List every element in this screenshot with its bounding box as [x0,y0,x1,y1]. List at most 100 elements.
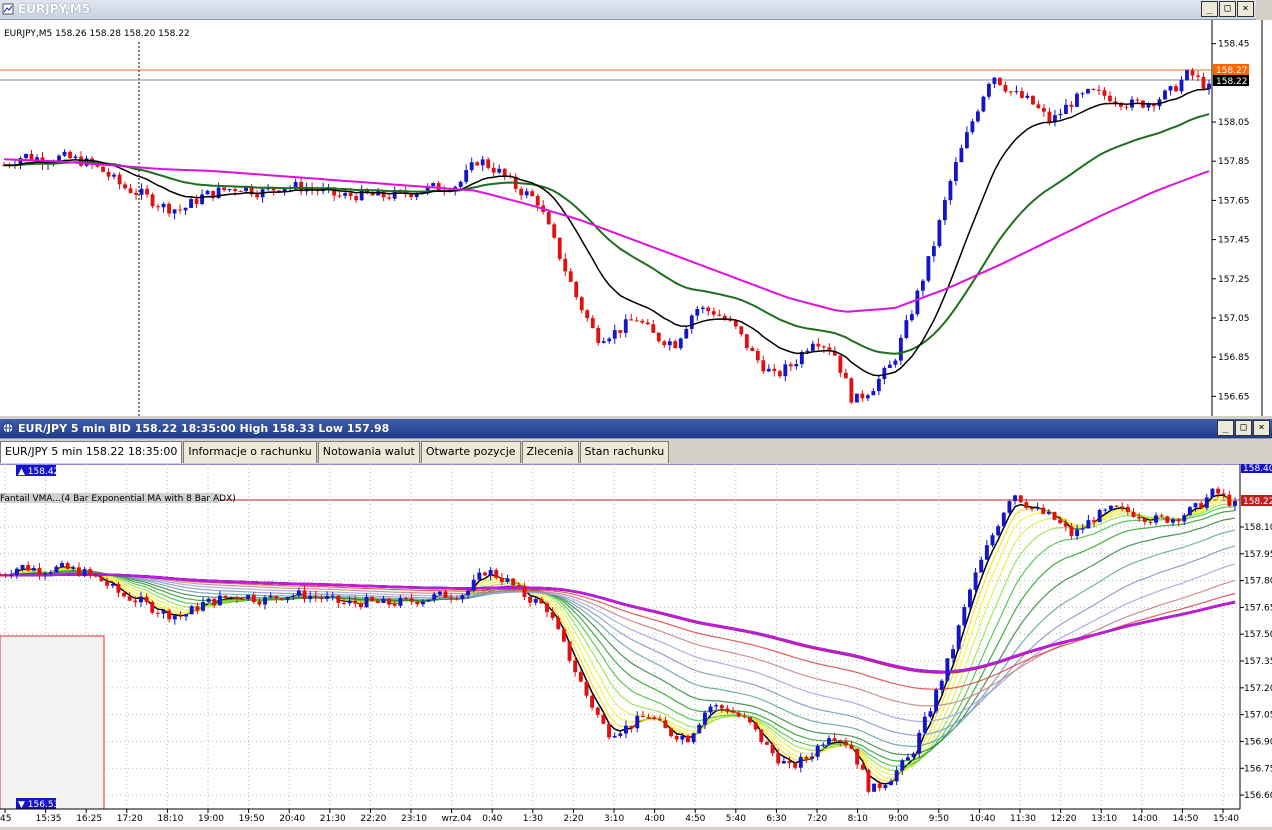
fantail-chart-canvas[interactable]: Fantail VMA...(4 Bar Exponential MA with… [0,462,1272,827]
candle-body [145,188,149,195]
candle-body-2 [353,600,358,604]
candle-body [469,162,474,171]
price-chart[interactable]: EURJPY,M5 158.26 158.28 158.20 158.22 15… [0,20,1272,416]
fantail-chart[interactable]: Fantail VMA...(4 Bar Exponential MA with… [0,462,1272,827]
candle-body-2 [1165,516,1170,523]
candle-body-2 [872,783,877,792]
tab-bar: EUR/JPY 5 min 158.22 18:35:00 Informacje … [0,441,671,463]
candle-body-2 [669,728,674,737]
candle-body-2 [364,596,369,608]
candle-body-2 [522,585,527,597]
candle-body-2 [420,601,425,605]
candle-body [1097,89,1101,91]
candle-body [530,191,535,197]
x-tick-label: 17:20 [117,814,143,824]
price-chart-canvas[interactable]: EURJPY,M5 158.26 158.28 158.20 158.22 15… [0,20,1272,416]
candle-body [156,206,160,208]
candle-body-2 [105,581,110,586]
candle-body-2 [1086,520,1091,529]
candle-body-2 [325,596,330,599]
candle-body [1190,70,1195,76]
candle-body [1025,95,1030,98]
candle-body-2 [404,598,408,600]
candle-body-2 [184,614,189,617]
tab-4[interactable]: Zlecenia [521,441,579,463]
restore-button-2[interactable]: □ [1235,420,1252,436]
candle-body [1124,106,1129,108]
candle-body [458,181,463,187]
candle-body-2 [607,723,612,738]
candle-body-2 [601,714,606,724]
tab-1[interactable]: Informacje o rachunku [183,441,317,463]
candle-body-2 [770,744,775,754]
close-button-2[interactable]: × [1253,420,1270,436]
candle-body [293,181,298,188]
candle-body-2 [905,757,910,761]
candle-body-2 [1182,515,1187,522]
candle-body-2 [189,606,194,615]
close-button[interactable]: × [1237,1,1254,17]
fantail-window-title: EUR/JPY 5 min BID 158.22 18:35:00 High 1… [18,422,390,435]
candle-body-2 [1137,516,1142,519]
candle-body-2 [635,715,640,729]
candle-body-2 [556,617,561,630]
candle-body [1185,70,1189,80]
candle-body-2 [54,566,59,573]
x-tick-label: 18:10 [157,814,183,824]
candle-body [563,258,568,272]
candle-body-2 [477,572,482,580]
candle-body [194,199,199,204]
candle-body-2 [584,681,589,696]
tab-0[interactable]: EUR/JPY 5 min 158.22 18:35:00 [0,441,183,463]
candle-body-2 [578,672,583,682]
candle-body [816,343,821,347]
candle-body [200,194,204,204]
candle-body-2 [99,576,104,582]
candle-body [794,364,799,367]
selection-box [0,635,105,810]
minimize-button-2[interactable]: _ [1217,420,1234,436]
candle-body [73,156,78,159]
y-tick-label-2: 157.80 [1244,577,1272,587]
candle-body [1102,90,1107,96]
candle-body-2 [1041,507,1046,514]
candle-body-2 [702,712,707,725]
candle-body-2 [82,569,87,576]
candle-body [915,290,920,315]
minimize-button[interactable]: _ [1201,1,1218,17]
restore-button[interactable]: □ [1219,1,1236,17]
candle-body-2 [71,567,76,569]
tab-5[interactable]: Stan rachunku [579,441,670,463]
candle-body [898,337,903,361]
y-tick-label-2: 157.95 [1244,550,1272,560]
candle-body-2 [962,607,967,626]
candle-body [1108,95,1112,102]
candle-body-2 [449,597,454,599]
candle-body-2 [1199,503,1204,508]
chart-window-title: EURJPY,M5 [18,2,90,16]
candle-body-2 [415,601,420,605]
symbol-info: EURJPY,M5 158.26 158.28 158.20 158.22 [4,29,190,39]
tab-3[interactable]: Otwarte pozycje [420,441,521,463]
y-tick-label: 157.65 [1218,196,1250,206]
candle-body-2 [714,705,719,707]
candle-body-2 [336,595,341,603]
candle-body-2 [426,599,431,602]
candle-body-2 [9,574,14,576]
x-tick-label: 2:20 [563,814,583,824]
candle-body [1174,86,1178,92]
tab-2[interactable]: Notowania walut [317,441,420,463]
candle-body [161,203,166,208]
y-tick-label: 158.45 [1218,40,1250,50]
candle-body-2 [1193,503,1198,508]
y-tick-label: 157.25 [1218,275,1250,285]
candle-body [123,184,127,189]
candle-body-2 [990,535,995,546]
x-tick-label: 12:20 [1051,814,1077,824]
candle-body [596,327,601,343]
candle-body [992,77,997,84]
candle-body [1135,99,1140,101]
candle-body-2 [1103,509,1108,511]
candle-body [612,330,617,339]
candle-body [1086,89,1090,94]
